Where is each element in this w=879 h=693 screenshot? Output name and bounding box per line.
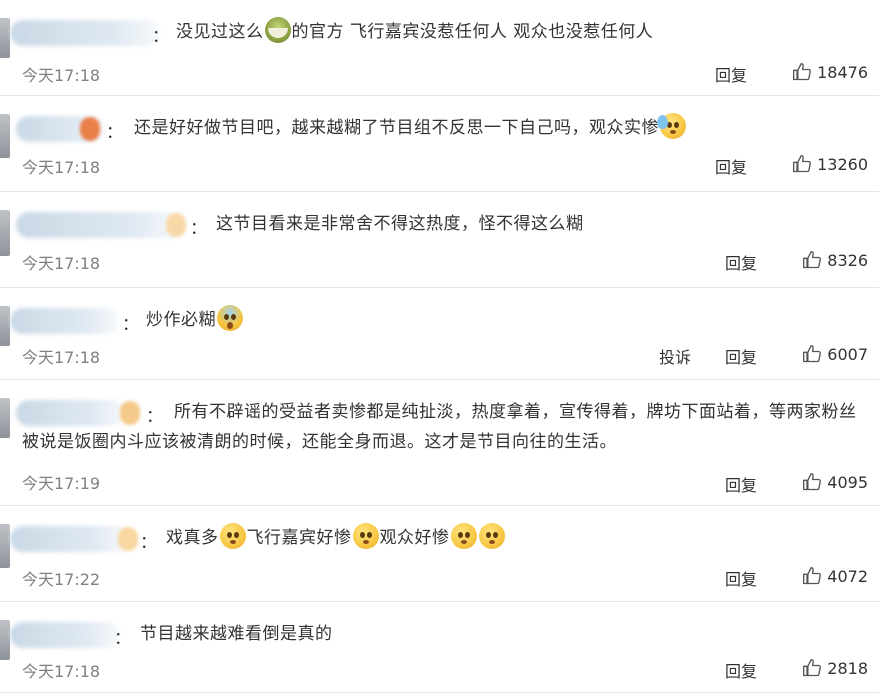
reply-button[interactable]: 回复 [715,62,747,86]
comment-text: 炒作必糊 [146,305,244,335]
user-badge-blurred [166,213,186,237]
comment-text: 这节目看来是非常舍不得这热度，怪不得这么糊 [216,209,584,239]
comment-time: 今天17:18 [22,158,101,177]
username-blurred[interactable] [16,212,186,238]
like-button[interactable]: 4072 [802,564,868,588]
comment-time: 今天17:19 [22,474,101,493]
like-count: 13260 [817,154,868,174]
avatar[interactable] [0,398,10,438]
name-separator: ： [122,315,139,335]
reply-button[interactable]: 回复 [715,154,747,178]
like-button[interactable]: 6007 [802,342,868,366]
thumbs-up-icon[interactable] [802,566,822,586]
name-separator: ： [146,407,163,427]
name-separator: ： [140,533,157,553]
comment-text: 戏真多 飞行嘉宾好惨 观众好惨 [166,523,506,553]
reply-button[interactable]: 回复 [725,566,757,590]
username-blurred[interactable] [10,526,130,552]
pleading-emoji [478,523,505,549]
avatar[interactable] [0,620,10,660]
comment-text-segment: 炒作必糊 [146,310,216,330]
username-blurred[interactable] [10,622,120,648]
reply-button[interactable]: 回复 [725,250,757,274]
thumbs-up-icon[interactable] [792,154,812,174]
like-count: 18476 [817,62,868,82]
avatar[interactable] [0,210,10,256]
like-count: 8326 [827,250,868,270]
reply-button[interactable]: 回复 [725,658,757,682]
avatar[interactable] [0,306,10,346]
pleading-emoji [450,523,477,549]
comment-text-segment: 节目越来越难看倒是真的 [140,624,333,644]
user-badge-blurred [118,527,138,551]
comment-time: 今天17:18 [22,662,101,681]
thumbs-up-icon[interactable] [802,344,822,364]
comment-text-segment: 还是好好做节目吧，越来越糊了节目组不反思一下自己吗，观众实惨 [134,118,659,138]
report-button[interactable]: 投诉 [659,344,691,368]
comment-item: ： 还是好好做节目吧，越来越糊了节目组不反思一下自己吗，观众实惨今天17:18 13… [0,96,879,192]
like-button[interactable]: 4095 [802,470,868,494]
scream-emoji [217,305,243,331]
user-badge-blurred [120,401,140,425]
sweat-emoji [657,113,686,139]
like-count: 4095 [827,472,868,492]
comment-list: ： 没见过这么 的官方 飞行嘉宾没惹任何人 观众也没惹任何人今天17:18 18476… [0,0,879,693]
thumbs-up-icon[interactable] [802,472,822,492]
comment-time: 今天17:18 [22,254,101,273]
comment-item: ：所有不辟谣的受益者卖惨都是纯扯淡，热度拿着，宣传得着，牌坊下面站着，等两家粉丝… [0,380,879,506]
comment-text-segment: 的官方 飞行嘉宾没惹任何人 观众也没惹任何人 [291,22,654,42]
comment-item: ： 没见过这么 的官方 飞行嘉宾没惹任何人 观众也没惹任何人今天17:18 18476… [0,0,879,96]
comment-time: 今天17:22 [22,570,101,589]
pleading-emoji [219,523,246,549]
like-button[interactable]: 13260 [792,152,868,176]
reply-button[interactable]: 回复 [725,472,757,496]
comment-text: 还是好好做节目吧，越来越糊了节目组不反思一下自己吗，观众实惨 [134,113,687,143]
comment-item: ： 节目越来越难看倒是真的今天17:18 2818 回复 [0,602,879,693]
comment-item: ： 戏真多 飞行嘉宾好惨 观众好惨今天17:22 4072 回复 [0,506,879,602]
comment-text-segment: 观众好惨 [379,528,450,548]
comment-text-segment: 所有不辟谣的受益者卖惨都是纯扯淡，热度拿着，宣传得着，牌坊下面站着，等两家粉丝 [174,402,857,422]
like-button[interactable]: 18476 [792,60,868,84]
like-button[interactable]: 8326 [802,248,868,272]
avatar[interactable] [0,524,10,568]
comment-text: 所有不辟谣的受益者卖惨都是纯扯淡，热度拿着，宣传得着，牌坊下面站着，等两家粉丝被… [22,397,857,457]
pleading-emoji [352,523,379,549]
like-count: 4072 [827,566,868,586]
thumbs-up-icon[interactable] [802,250,822,270]
user-badge-blurred [80,117,100,141]
tea-emoji [264,17,291,43]
comment-text: 节目越来越难看倒是真的 [140,619,333,649]
name-separator: ： [114,629,131,649]
username-blurred[interactable] [10,308,120,334]
like-count: 2818 [827,658,868,678]
like-count: 6007 [827,344,868,364]
avatar[interactable] [0,114,10,158]
comment-item: ： 炒作必糊今天17:18 6007 回复 投诉 [0,288,879,380]
name-separator: ： [152,27,169,47]
comment-text-segment: 被说是饭圈内斗应该被清朗的时候，还能全身而退。这才是节目向往的生活。 [22,432,617,452]
comment-item: ： 这节目看来是非常舍不得这热度，怪不得这么糊今天17:18 8326 回复 [0,192,879,288]
comment-text-segment: 飞行嘉宾好惨 [246,528,352,548]
reply-button[interactable]: 回复 [725,344,757,368]
comment-text-segment: 这节目看来是非常舍不得这热度，怪不得这么糊 [216,214,584,234]
comment-time: 今天17:18 [22,348,101,367]
thumbs-up-icon[interactable] [802,658,822,678]
comment-text-segment: 没见过这么 [176,22,264,42]
username-blurred[interactable] [16,400,126,426]
name-separator: ： [190,219,207,239]
avatar[interactable] [0,18,10,58]
username-blurred[interactable] [10,20,160,46]
comment-text-segment: 戏真多 [166,528,219,548]
thumbs-up-icon[interactable] [792,62,812,82]
like-button[interactable]: 2818 [802,656,868,680]
comment-text: 没见过这么 的官方 飞行嘉宾没惹任何人 观众也没惹任何人 [176,17,653,47]
name-separator: ： [106,123,123,143]
comment-time: 今天17:18 [22,66,101,85]
